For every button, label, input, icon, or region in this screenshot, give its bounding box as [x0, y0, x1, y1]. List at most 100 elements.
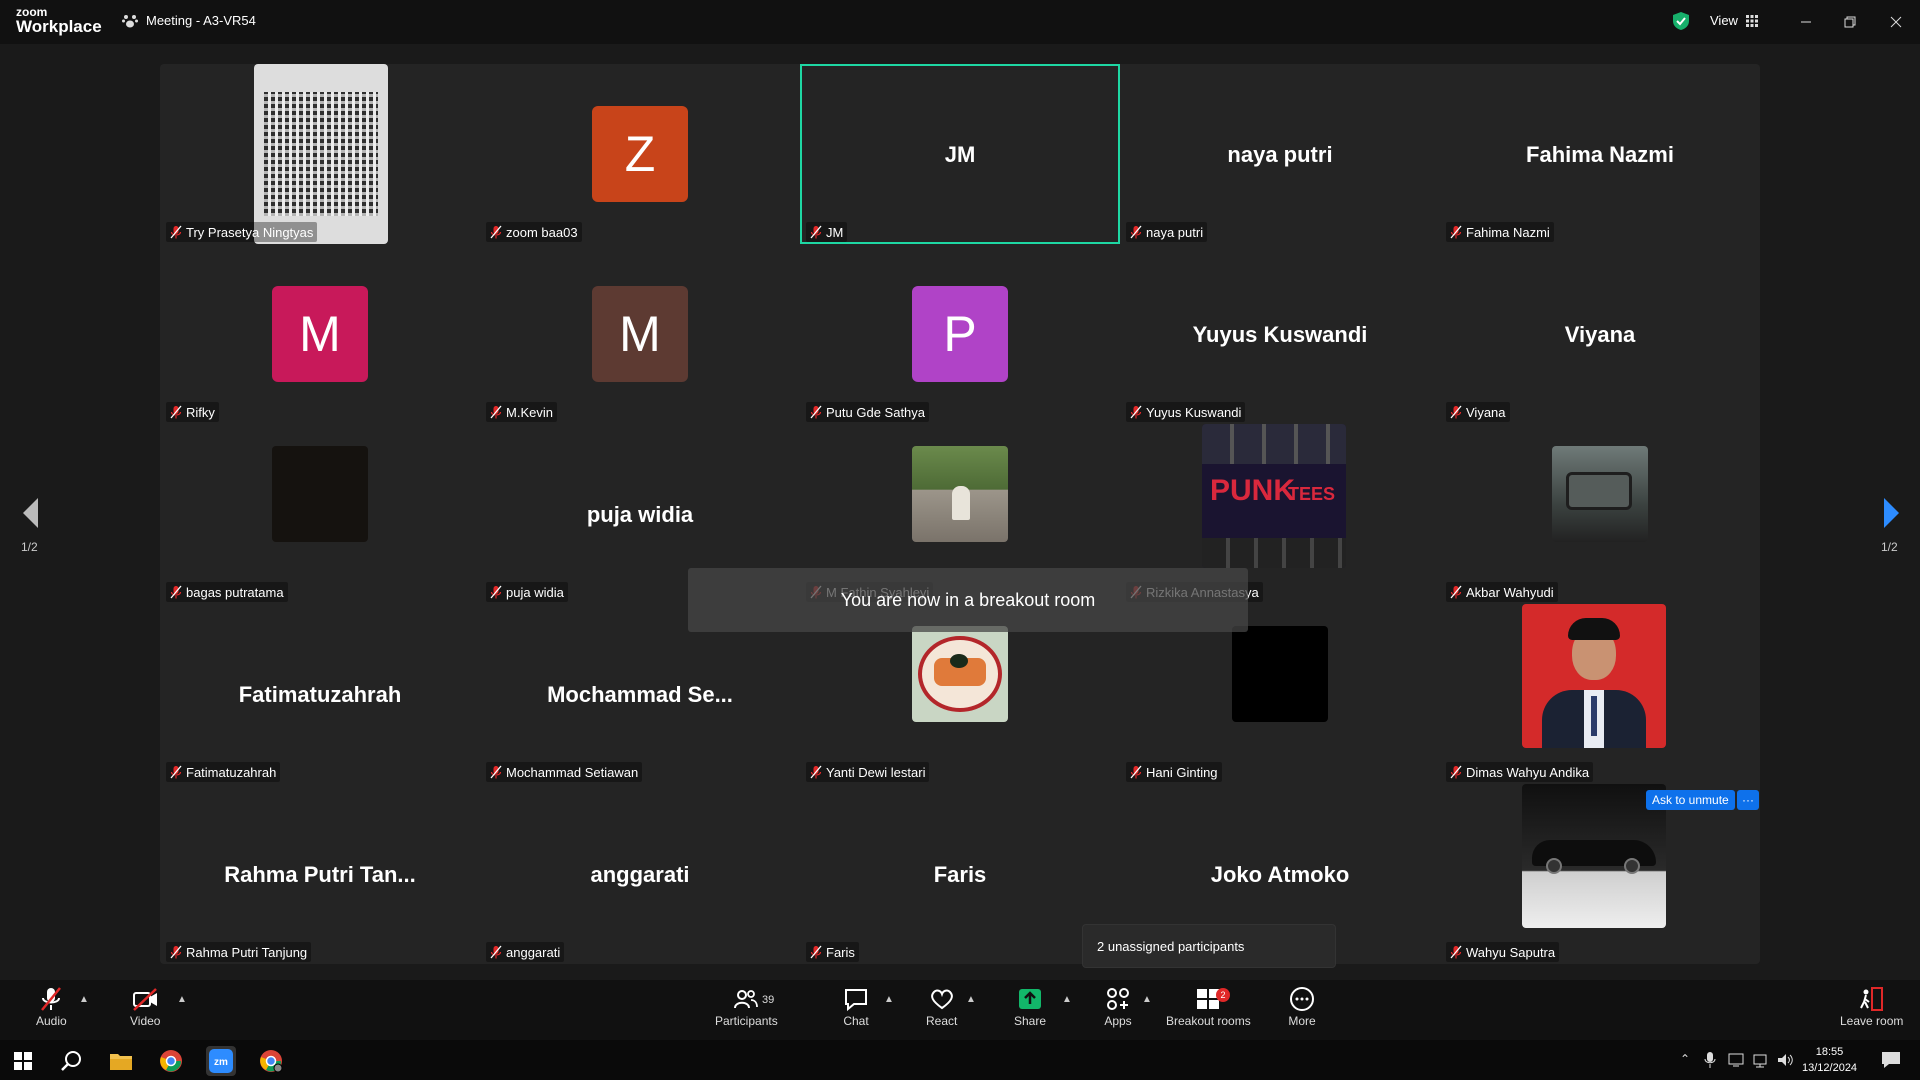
chat-caret-icon[interactable]: ▲ — [884, 994, 894, 1005]
participant-name-label: Hani Ginting — [1126, 762, 1222, 782]
participant-name: Wahyu Saputra — [1466, 944, 1556, 960]
svg-text:zm: zm — [214, 1057, 228, 1068]
apps-label: Apps — [1104, 1014, 1132, 1028]
participant-tile[interactable]: P Putu Gde Sathya — [800, 244, 1120, 424]
zoom-logo: zoom Workplace — [16, 6, 102, 35]
display-tray-icon[interactable] — [1728, 1052, 1744, 1068]
restore-button[interactable] — [1838, 10, 1862, 34]
participant-name: Hani Ginting — [1146, 764, 1218, 780]
participant-tile[interactable]: anggarati anggarati — [480, 784, 800, 964]
chrome-profile-button[interactable] — [256, 1046, 286, 1076]
react-button[interactable]: React — [926, 986, 957, 1028]
meeting-title[interactable]: Meeting - A3-VR54 — [122, 13, 256, 28]
participant-name: Rifky — [186, 404, 215, 420]
apps-button[interactable]: Apps — [1104, 986, 1132, 1028]
participant-tile[interactable]: Fatimatuzahrah Fatimatuzahrah — [160, 604, 480, 784]
participant-display-name: Joko Atmoko — [1210, 862, 1350, 887]
mic-muted-icon — [490, 405, 502, 419]
unassigned-participants-tooltip[interactable]: 2 unassigned participants — [1082, 924, 1336, 968]
prev-page-icon[interactable] — [20, 496, 42, 530]
meeting-title-text: Meeting - A3-VR54 — [146, 13, 256, 28]
meeting-toolbar: Audio ▲ Video ▲ Participants 39 Chat ▲ R… — [0, 980, 1920, 1040]
chat-label: Chat — [843, 1014, 869, 1028]
participant-tile[interactable]: bagas putratama — [160, 424, 480, 604]
share-button[interactable]: Share — [1014, 986, 1046, 1028]
participant-tile[interactable]: Rahma Putri Tan... Rahma Putri Tanjung — [160, 784, 480, 964]
minimize-button[interactable] — [1794, 10, 1818, 34]
participant-tile[interactable]: Akbar Wahyudi — [1440, 424, 1760, 604]
participant-tile[interactable]: M M.Kevin — [480, 244, 800, 424]
participant-tile[interactable]: Wahyu Saputra — [1440, 784, 1760, 964]
participant-tile[interactable]: Viyana Viyana — [1440, 244, 1760, 424]
apps-icon — [1107, 988, 1129, 1010]
search-button[interactable] — [56, 1046, 86, 1076]
next-page-icon[interactable] — [1880, 496, 1902, 530]
video-feed — [1522, 784, 1666, 928]
participant-tile[interactable]: M Rifky — [160, 244, 480, 424]
tile-more-button[interactable]: ··· — [1737, 790, 1759, 810]
participant-name: Fatimatuzahrah — [186, 764, 277, 780]
participant-tile[interactable]: Faris Faris — [800, 784, 1120, 964]
participants-icon — [734, 990, 759, 1009]
participant-name-label: Fahima Nazmi — [1446, 222, 1554, 242]
ask-to-unmute-button[interactable]: Ask to unmute — [1646, 790, 1735, 810]
volume-tray-icon[interactable] — [1776, 1052, 1794, 1068]
network-tray-icon[interactable] — [1752, 1052, 1768, 1068]
shield-check-icon[interactable] — [1672, 11, 1690, 31]
participant-name-label: Yanti Dewi lestari — [806, 762, 930, 782]
show-hidden-icons[interactable]: ⌃ — [1680, 1052, 1690, 1066]
mic-muted-icon — [810, 945, 822, 959]
react-caret-icon[interactable]: ▲ — [966, 994, 976, 1005]
zoom-app-icon: zm — [209, 1049, 233, 1073]
clock[interactable]: 18:55 13/12/2024 — [1802, 1044, 1857, 1076]
mic-muted-icon — [810, 225, 822, 239]
video-caret-icon[interactable]: ▲ — [177, 994, 187, 1005]
file-explorer-button[interactable] — [106, 1046, 136, 1076]
apps-caret-icon[interactable]: ▲ — [1142, 994, 1152, 1005]
participants-button[interactable]: Participants — [715, 986, 778, 1028]
participant-tile[interactable]: JM JM — [800, 64, 1120, 244]
mic-muted-icon — [1450, 585, 1462, 599]
leave-room-button[interactable]: Leave room — [1840, 986, 1903, 1028]
microphone-tray-icon[interactable] — [1704, 1051, 1716, 1069]
participant-tile[interactable]: naya putri naya putri — [1120, 64, 1440, 244]
mic-muted-icon — [170, 585, 182, 599]
participants-count: 39 — [762, 994, 775, 1006]
close-button[interactable] — [1884, 10, 1908, 34]
participant-display-name: Fahima Nazmi — [1526, 142, 1674, 167]
chrome-icon — [160, 1050, 182, 1072]
participant-name: Faris — [826, 944, 855, 960]
audio-caret-icon[interactable]: ▲ — [79, 994, 89, 1005]
video-feed — [1232, 626, 1328, 722]
participant-tile[interactable]: Zzoom baa03 — [480, 64, 800, 244]
avatar: M — [592, 286, 688, 382]
breakout-rooms-button[interactable]: Breakout rooms — [1166, 986, 1251, 1028]
start-button[interactable] — [8, 1046, 38, 1076]
participant-name: Akbar Wahyudi — [1466, 584, 1554, 600]
chrome-button[interactable] — [156, 1046, 186, 1076]
video-button[interactable]: Video — [130, 986, 160, 1028]
participant-tile[interactable]: Try Prasetya Ningtyas — [160, 64, 480, 244]
mic-muted-icon — [490, 765, 502, 779]
more-button[interactable]: More — [1288, 986, 1316, 1028]
participant-tile[interactable]: Fahima Nazmi Fahima Nazmi — [1440, 64, 1760, 244]
participant-tile[interactable]: Yuyus Kuswandi Yuyus Kuswandi — [1120, 244, 1440, 424]
audio-label: Audio — [36, 1014, 67, 1028]
view-button[interactable]: View — [1710, 13, 1758, 28]
participants-label: Participants — [715, 1014, 778, 1028]
share-screen-icon — [1019, 989, 1042, 1009]
audio-button[interactable]: Audio — [36, 986, 67, 1028]
zoom-taskbar-button[interactable]: zm — [206, 1046, 236, 1076]
leave-door-icon — [1859, 987, 1883, 1011]
participant-display-name: Viyana — [1564, 322, 1636, 347]
participant-name-label: Putu Gde Sathya — [806, 402, 930, 422]
chat-icon — [845, 989, 867, 1012]
participant-tile[interactable]: Dimas Wahyu Andika — [1440, 604, 1760, 784]
notifications-icon[interactable] — [1880, 1050, 1902, 1070]
participant-name-label: Rahma Putri Tanjung — [166, 942, 312, 962]
participant-name: puja widia — [506, 584, 564, 600]
share-caret-icon[interactable]: ▲ — [1062, 994, 1072, 1005]
participant-name: Rahma Putri Tanjung — [186, 944, 308, 960]
chat-button[interactable]: Chat — [842, 986, 870, 1028]
participant-name: Mochammad Setiawan — [506, 764, 639, 780]
